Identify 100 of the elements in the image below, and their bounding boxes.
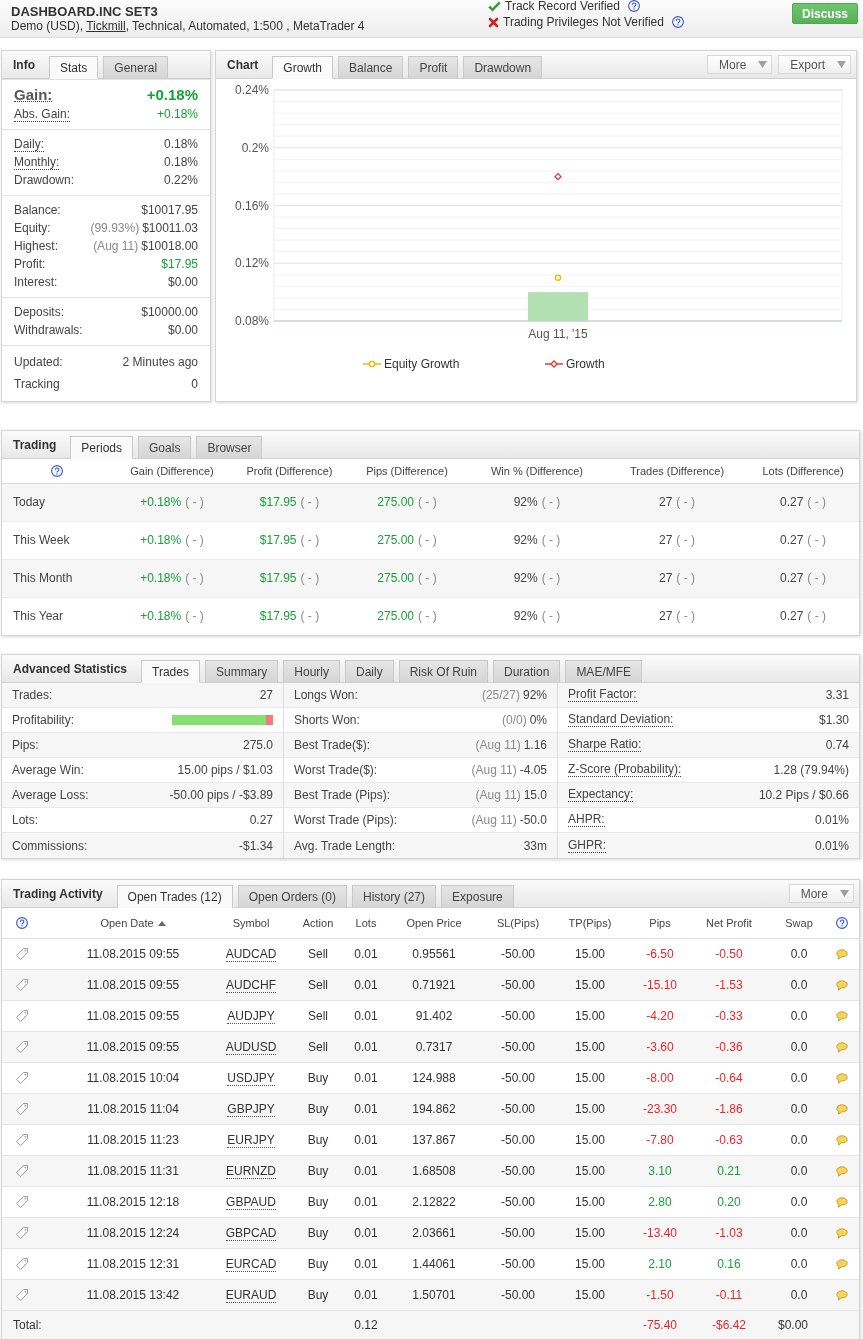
table-cell: 0.20 xyxy=(696,1186,762,1217)
stat-value: 92% xyxy=(522,688,547,702)
table-cell: -50.00 xyxy=(480,1031,556,1062)
column-header: Lots (Difference) xyxy=(762,464,844,477)
table-cell: -1.50 xyxy=(624,1279,696,1310)
difference-value: ( - ) xyxy=(418,609,437,624)
difference-value: ( - ) xyxy=(185,533,204,547)
stat-value: 15.0 xyxy=(523,788,547,802)
stat-value: $1.30 xyxy=(818,713,849,727)
table-cell: 0.01 xyxy=(344,1093,388,1124)
cell-value: 275.00 xyxy=(377,609,414,624)
table-cell: -50.00 xyxy=(480,969,556,1000)
table-cell: 15.00 xyxy=(556,1031,624,1062)
stat-value: -50.00 pips / -$3.89 xyxy=(169,788,273,802)
table-cell: -0.33 xyxy=(696,1000,762,1031)
table-cell: -50.00 xyxy=(480,1000,556,1031)
table-cell: -7.80 xyxy=(624,1124,696,1155)
table-cell: -50.00 xyxy=(480,1248,556,1279)
table-cell: 0.71921 xyxy=(388,969,480,1000)
table-cell: 0.01 xyxy=(344,938,388,969)
table-cell: 11.08.2015 12:18 xyxy=(42,1186,224,1217)
cell-value: $17.95 xyxy=(259,533,297,547)
stat-label: Interest: xyxy=(14,274,58,291)
stat-label: Tracking xyxy=(14,376,60,393)
difference-value: ( - ) xyxy=(807,533,826,547)
table-cell: -23.30 xyxy=(624,1093,696,1124)
stat-value: -$1.34 xyxy=(238,838,273,853)
table-cell: 15.00 xyxy=(556,1000,624,1031)
stat-label: Commissions: xyxy=(12,838,88,853)
cell-value: 27 xyxy=(659,495,673,509)
table-cell: 1.68508 xyxy=(388,1155,480,1186)
table-cell: 0.0 xyxy=(762,1279,824,1310)
table-cell: -0.64 xyxy=(696,1062,762,1093)
table-cell: Total: xyxy=(2,1310,224,1339)
stat-label: Sharpe Ratio: xyxy=(568,738,642,752)
cell-value: +0.18% xyxy=(140,609,182,624)
difference-value: ( - ) xyxy=(418,571,437,585)
verification-status: Track Record Verified xyxy=(505,0,620,13)
column-header: Profit (Difference) xyxy=(246,464,333,477)
table-cell: -1.03 xyxy=(696,1217,762,1248)
table-cell: 15.00 xyxy=(556,1217,624,1248)
stat-note: (Aug 11) xyxy=(471,813,517,827)
stat-label: Z-Score (Probability): xyxy=(568,763,682,777)
stat-value: 0.01% xyxy=(814,838,849,853)
table-cell: -50.00 xyxy=(480,1062,556,1093)
stat-label: Average Win: xyxy=(12,763,84,777)
table-cell: This Month xyxy=(2,559,112,597)
table-cell: 0.01 xyxy=(344,1000,388,1031)
stat-label: Profit: xyxy=(14,256,46,273)
table-cell: 0.0 xyxy=(762,1186,824,1217)
table-cell: 15.00 xyxy=(556,1093,624,1124)
cell-value: 92% xyxy=(513,609,538,624)
stat-note: (Aug 11) xyxy=(93,238,139,255)
difference-value: ( - ) xyxy=(185,609,204,624)
table-cell: 0.0 xyxy=(762,1000,824,1031)
cell-value: $17.95 xyxy=(259,495,297,509)
table-cell: Sell xyxy=(278,1000,344,1031)
stat-note: (Aug 11) xyxy=(475,788,521,802)
stat-label: Pips: xyxy=(12,738,39,752)
stat-value: $0.00 xyxy=(167,274,198,291)
table-cell: 0.0 xyxy=(762,1155,824,1186)
table-cell: -0.63 xyxy=(696,1124,762,1155)
axis-label: 0.08% xyxy=(234,314,269,328)
table-cell: -4.20 xyxy=(624,1000,696,1031)
cell-value: $17.95 xyxy=(259,609,297,624)
table-cell: 0.21 xyxy=(696,1155,762,1186)
table-cell: 11.08.2015 12:24 xyxy=(42,1217,224,1248)
cell-value: 92% xyxy=(513,495,538,509)
column-header: Gain (Difference) xyxy=(130,464,214,477)
table-cell: 3.10 xyxy=(624,1155,696,1186)
axis-label: 0.12% xyxy=(234,256,269,271)
cell-value: 275.00 xyxy=(377,495,414,509)
difference-value: ( - ) xyxy=(807,571,826,585)
table-cell: 15.00 xyxy=(556,1124,624,1155)
cell-value: +0.18% xyxy=(140,571,182,585)
axis-label: Aug 11, '15 xyxy=(528,327,588,341)
stat-label: Lots: xyxy=(12,813,38,827)
column-header: Win % (Difference) xyxy=(490,464,584,477)
table-cell: 2.12822 xyxy=(388,1186,480,1217)
table-cell: 11.08.2015 11:23 xyxy=(42,1124,224,1155)
stat-label: Profit Factor: xyxy=(568,688,637,702)
table-cell: 1.44061 xyxy=(388,1248,480,1279)
table-cell: 0.01 xyxy=(344,1186,388,1217)
difference-value: ( - ) xyxy=(300,495,320,509)
stat-value: 0.74 xyxy=(825,738,849,752)
table-cell: 2.10 xyxy=(624,1248,696,1279)
difference-value: ( - ) xyxy=(185,571,204,585)
stat-label: Profitability: xyxy=(12,713,75,727)
cell-value: +0.18% xyxy=(140,495,182,509)
axis-label: 0.2% xyxy=(241,140,269,155)
stat-label: GHPR: xyxy=(568,838,606,853)
stat-note: (Aug 11) xyxy=(471,763,517,777)
stat-value: 0.18% xyxy=(163,136,198,153)
stat-note: (25/27) xyxy=(481,688,520,702)
stat-value: $0.00 xyxy=(167,322,198,339)
stat-value: $10018.00 xyxy=(141,238,198,255)
stat-label: Longs Won: xyxy=(294,688,358,702)
stat-value: 0.01% xyxy=(814,813,849,827)
table-cell: 15.00 xyxy=(556,1279,624,1310)
table-cell: 0.01 xyxy=(344,1155,388,1186)
